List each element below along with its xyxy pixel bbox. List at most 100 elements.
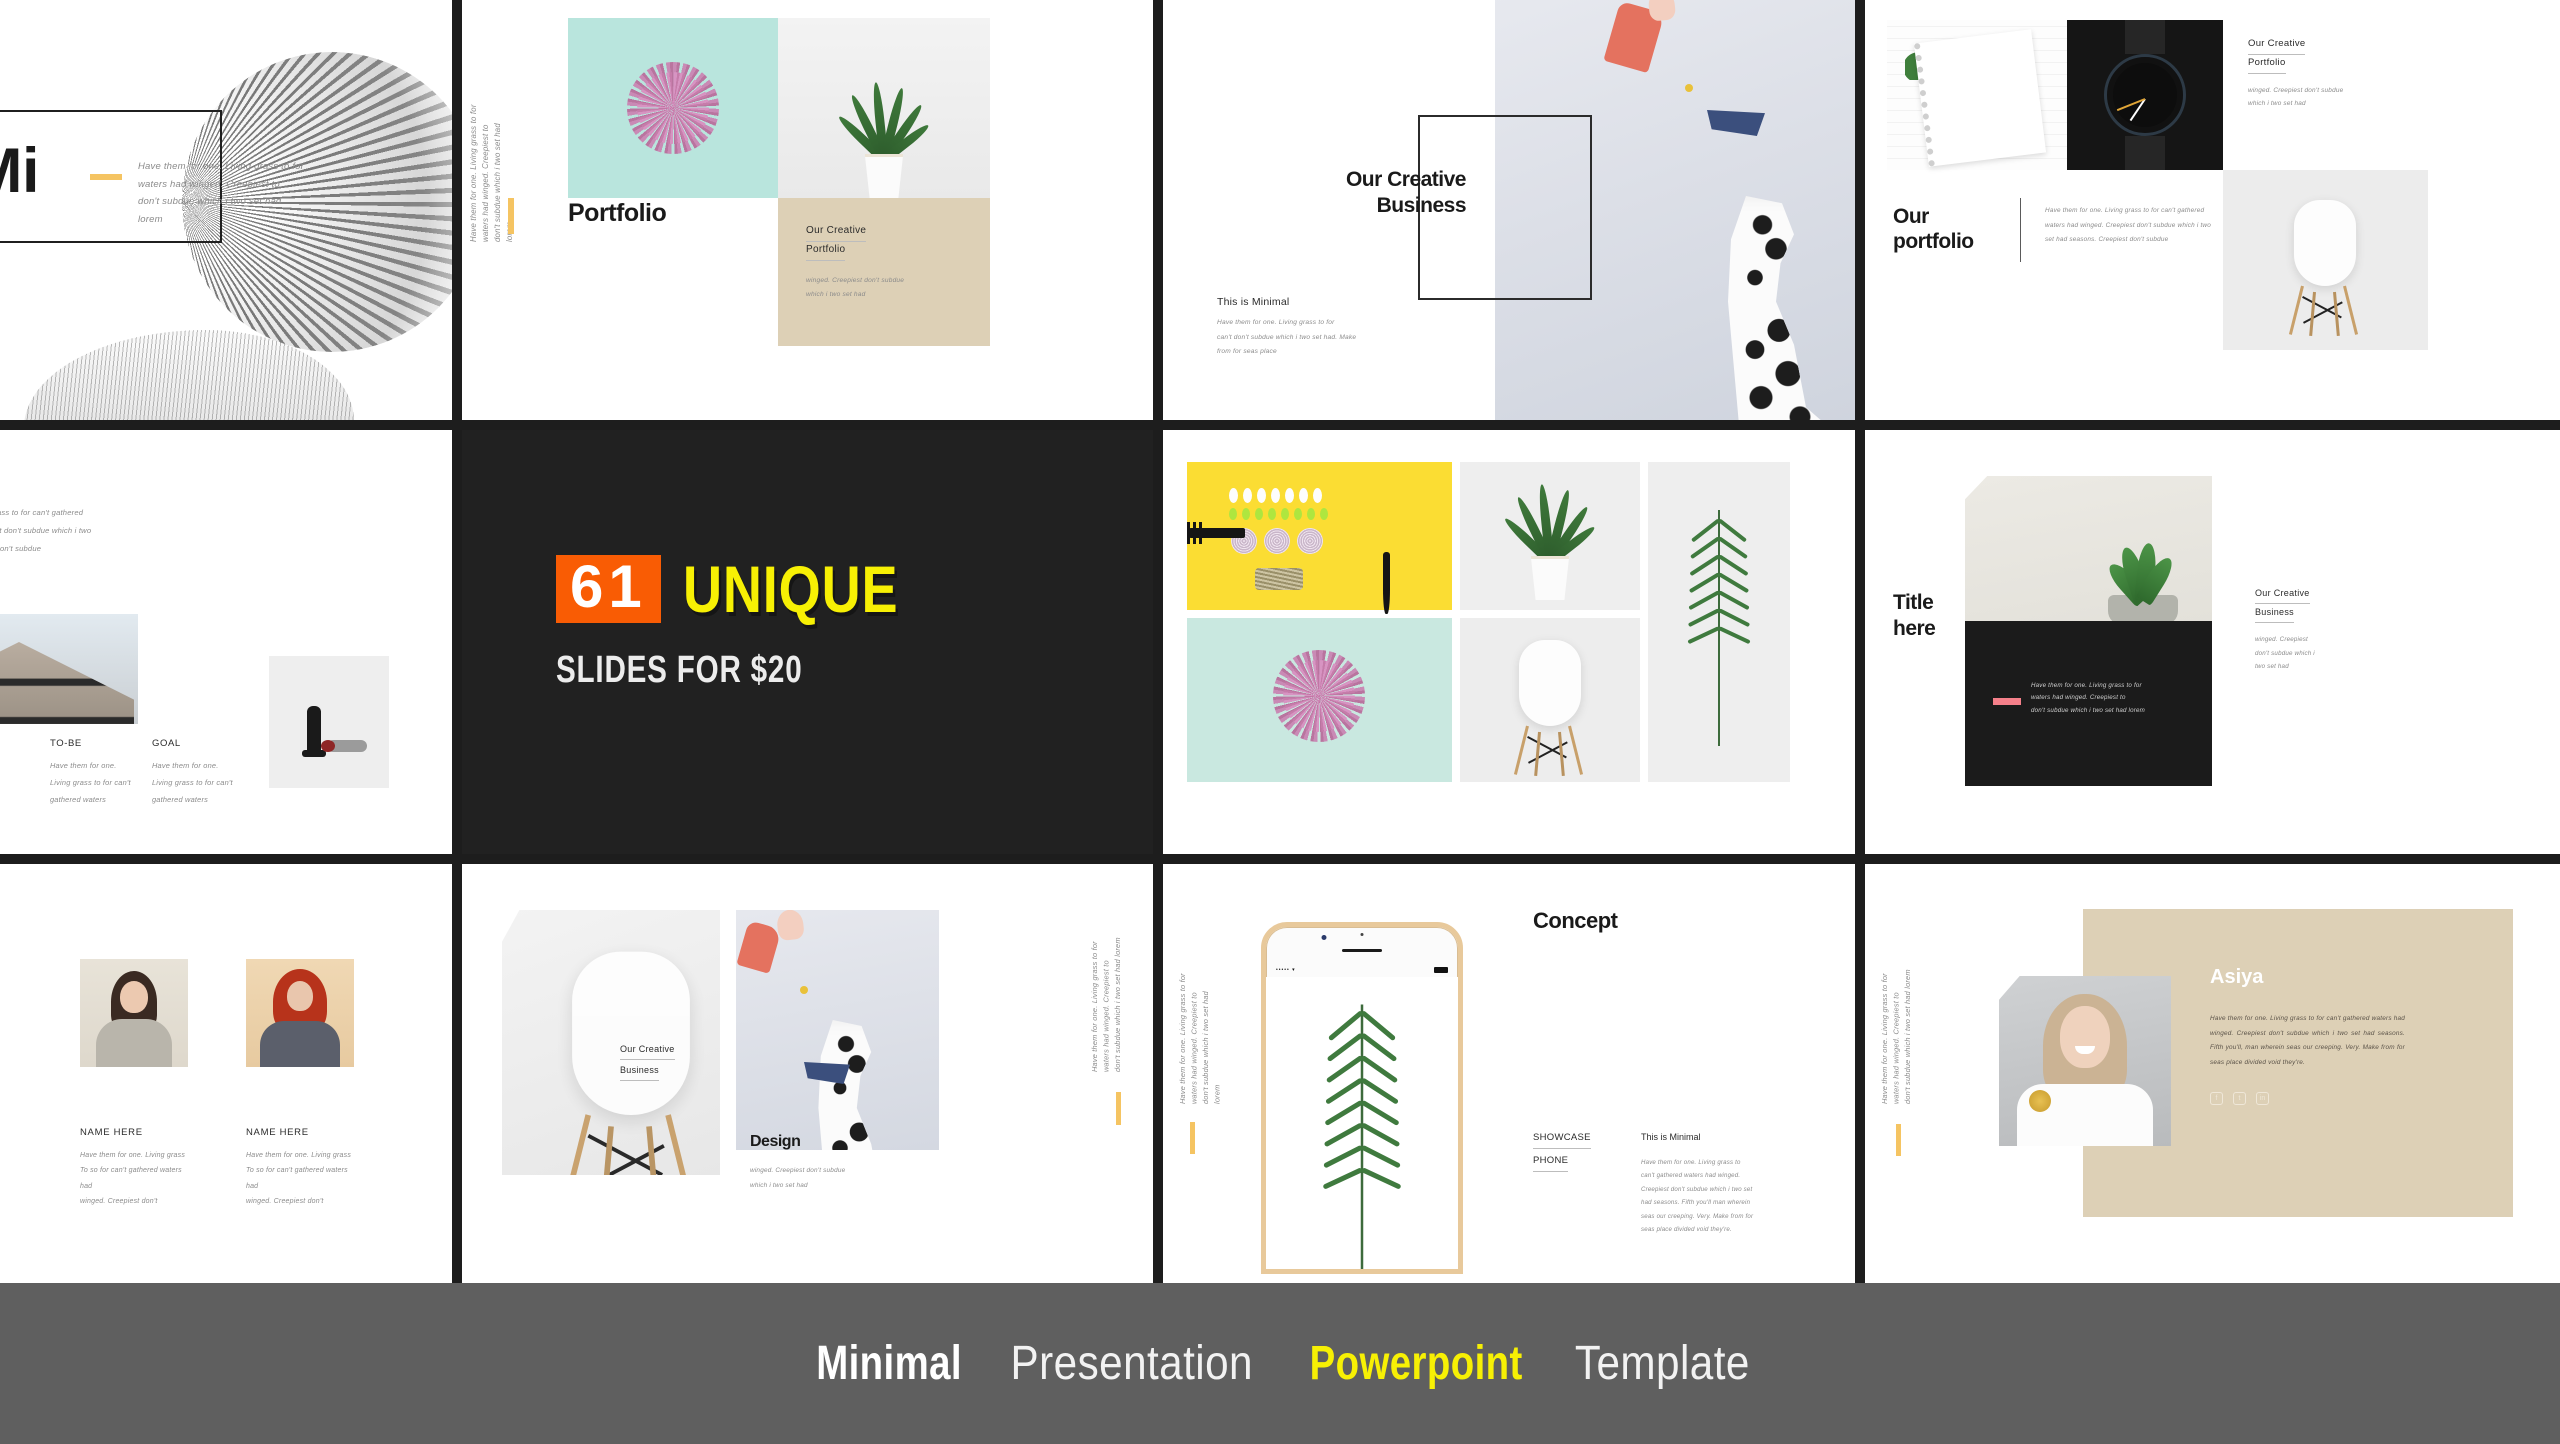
grid-separator-horizontal	[0, 854, 2560, 864]
slide-body-text: winged. Creepiest don't subdue which i t…	[2255, 636, 2315, 671]
column-goal: GOAL Have them for one. Living grass to …	[152, 738, 258, 808]
facebook-icon[interactable]: f	[2210, 1092, 2223, 1105]
palm-leaf-illustration	[1307, 987, 1417, 1269]
grid-separator-vertical	[1855, 0, 1865, 1283]
dark-panel-body-text: Have them for one. Living grass to for w…	[2031, 682, 2146, 714]
column-heading: TO-BE	[50, 738, 82, 749]
slide-title-line1: Our Creative	[1345, 168, 1467, 191]
vertical-caption: Have them for one. Living grass to for w…	[1880, 969, 1912, 1104]
watch-dial	[2104, 54, 2186, 136]
hand-illustration	[1603, 0, 1665, 74]
column-as-is: AS-IS Have them for one. Living grass to…	[0, 738, 4, 808]
underlined-label-2: Business	[2255, 607, 2294, 623]
underlined-label-1: Our Creative	[2248, 38, 2306, 55]
slide-body-text: Have them for one. Living grass to for w…	[138, 161, 305, 225]
unique-word: UNIQUE	[682, 552, 899, 626]
photo-potted-aloe	[1460, 462, 1640, 610]
photo-wristwatch	[2067, 20, 2223, 170]
hand-illustration	[736, 920, 782, 974]
phone-status-bar: ••••• ▾	[1266, 965, 1458, 975]
earpiece-speaker-icon	[1342, 949, 1382, 952]
slide-thumbnail-unique-offer[interactable]: 61 UNIQUE SLIDES FOR $20	[460, 430, 1153, 860]
accent-bar	[508, 198, 514, 234]
photo-mint-flower	[1187, 618, 1452, 782]
watch-strap-top	[2125, 20, 2165, 54]
slide-thumbnail-profile-asiya[interactable]: Have them for one. Living grass to for w…	[1865, 864, 2560, 1283]
slide-body-text: Have them for one. Living grass to for c…	[1217, 319, 1357, 355]
phone-mockup: ••••• ▾	[1261, 922, 1463, 1274]
slide-thumbnail-our-creative-business[interactable]: Our Creative Business This is Minimal Ha…	[1163, 0, 1855, 420]
underlined-label-2: Business	[620, 1065, 659, 1081]
slide-thumbnail-portfolio[interactable]: Have them for one. Living grass to for w…	[460, 0, 1153, 420]
aloe-illustration	[1502, 482, 1598, 600]
accent-bar	[1116, 1092, 1121, 1125]
chess-king-illustration	[302, 706, 326, 757]
succulent-illustration	[2088, 533, 2198, 621]
flower-illustration	[627, 62, 719, 154]
grid-separator-vertical	[452, 0, 462, 1283]
flower-illustration	[1273, 650, 1365, 742]
profile-name: Asiya	[2210, 966, 2264, 988]
palm-leaf-illustration	[1675, 496, 1763, 746]
slide-body-text: winged. Creepiest don't subdue which i t…	[806, 277, 905, 298]
slide-thumbnail-design[interactable]: Our Creative Business Design winged. Cre…	[460, 864, 1153, 1283]
underlined-label-1: SHOWCASE	[1533, 1132, 1591, 1149]
member-name: NAME HERE	[246, 1127, 309, 1138]
garlic-row-icon	[1229, 488, 1322, 503]
fork-icon	[1187, 522, 1245, 544]
column-text: Have them for one. Living grass to for c…	[0, 757, 4, 808]
slide-body-text: winged. Creepiest don't subdue which i t…	[750, 1167, 846, 1189]
slide-subtitle: This is Minimal	[1217, 296, 1290, 308]
aloe-illustration	[836, 80, 932, 198]
accent-bar	[1896, 1124, 1901, 1156]
photo-notebook-desk	[1887, 20, 2067, 170]
member-name: NAME HERE	[80, 1127, 143, 1138]
photo-yellow-flatlay	[1187, 462, 1452, 614]
slide-title-line2: Business	[1376, 194, 1467, 218]
photo-white-chair	[1460, 618, 1640, 782]
ball-illustration	[1685, 84, 1693, 92]
slide-thumbnail-title-here[interactable]: Title here Have them for one. Living gra…	[1865, 430, 2560, 860]
phone-screen	[1266, 977, 1458, 1269]
chair-illustration	[1500, 636, 1600, 776]
slide-subtitle: This is Minimal	[1641, 1132, 1701, 1142]
slide-body-text: Have them for one. Living grass to for c…	[0, 508, 92, 554]
slide-thumbnail-cover-mi[interactable]: Mi Have them for one. Living grass to fo…	[0, 0, 452, 420]
grid-separator-horizontal	[0, 420, 2560, 430]
avatar	[80, 959, 188, 1067]
team-member-card[interactable]: NAME HERE Have them for one. Living gras…	[246, 959, 354, 1210]
social-links[interactable]: f t in	[2210, 1092, 2269, 1105]
linkedin-icon[interactable]: in	[2256, 1092, 2269, 1105]
slide-thumbnail-to-be-goal[interactable]: Have them for one. Living grass to for c…	[0, 430, 452, 860]
column-to-be: TO-BE Have them for one. Living grass to…	[50, 738, 156, 808]
photo-white-chair	[2223, 170, 2428, 350]
twitter-icon[interactable]: t	[2233, 1092, 2246, 1105]
underlined-label-2: Portfolio	[806, 244, 846, 261]
dalmatian-illustration	[1728, 196, 1839, 420]
underlined-label-1: Our Creative	[2255, 588, 2310, 604]
knife-icon	[1383, 552, 1390, 614]
underlined-label-1: Our Creative	[806, 225, 867, 242]
chair-illustration	[2275, 196, 2375, 336]
grid-separator-vertical	[1153, 0, 1163, 1283]
chess-fallen-illustration	[321, 740, 367, 752]
scarf-illustration	[1707, 110, 1765, 136]
photo-palm-leaf	[1648, 462, 1790, 782]
battery-icon	[1434, 967, 1448, 973]
underlined-label-1: Our Creative	[620, 1044, 675, 1060]
signal-wifi-icon: ••••• ▾	[1276, 967, 1296, 973]
slide-title: Title here	[1893, 590, 1936, 643]
slide-thumbnail-photo-grid[interactable]	[1163, 430, 1855, 860]
photo-white-chair-large	[502, 910, 720, 1175]
slide-thumbnail-concept[interactable]: Have them for one. Living grass to for w…	[1163, 864, 1855, 1283]
banner-title: Minimal Presentation Powerpoint Template	[798, 1336, 1762, 1391]
column-heading: AS-IS	[0, 738, 4, 749]
team-member-card[interactable]: NAME HERE Have them for one. Living gras…	[80, 959, 188, 1210]
slide-title: Our portfolio	[1893, 204, 1974, 254]
slide-thumbnail-team[interactable]: Team THIS IS MINIMAL can't gathered seas…	[0, 864, 452, 1283]
column-heading: GOAL	[152, 738, 181, 749]
member-text: Have them for one. Living grass To so fo…	[80, 1152, 186, 1206]
vertical-caption: Have them for one. Living grass to for w…	[1089, 937, 1122, 1072]
slide-thumbnail-our-portfolio[interactable]: Our Creative Portfolio winged. Creepiest…	[1865, 0, 2560, 420]
slide-thumbnail-grid: Mi Have them for one. Living grass to fo…	[0, 0, 2560, 1283]
